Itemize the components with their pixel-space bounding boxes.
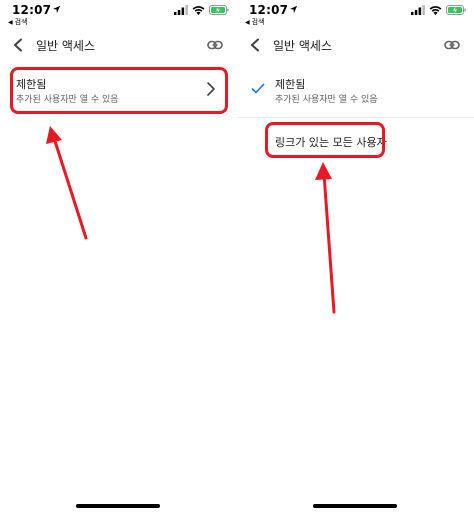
back-to-search-link[interactable]: ◀ 검색 <box>245 17 265 27</box>
right-screen: 12:07 ◀ 검색 일반 액세스 제한됨 추가된 사용자만 열 수 있음 링크… <box>237 0 474 513</box>
status-bar: 12:07 ◀ 검색 <box>0 0 237 28</box>
check-icon <box>251 83 265 94</box>
highlight-box-anyone <box>265 122 385 158</box>
status-icons <box>174 5 229 15</box>
annotation-arrow-right <box>315 162 336 314</box>
option-restricted-selected[interactable]: 제한됨 추가된 사용자만 열 수 있음 <box>237 68 474 116</box>
status-time: 12:07 <box>249 3 289 17</box>
signal-icon <box>174 5 188 15</box>
status-bar: 12:07 ◀ 검색 <box>237 0 474 28</box>
page-title: 일반 액세스 <box>36 39 96 53</box>
status-icons <box>411 5 466 15</box>
signal-icon <box>411 5 425 15</box>
screenshot-comparison: 12:07 ◀ 검색 일반 액세스 제한됨 추가된 사용자만 열 수 있음 12… <box>0 0 474 513</box>
divider <box>237 117 474 118</box>
back-to-search-label: 검색 <box>251 18 265 26</box>
left-screen: 12:07 ◀ 검색 일반 액세스 제한됨 추가된 사용자만 열 수 있음 <box>0 0 237 513</box>
back-to-search-label: 검색 <box>14 18 28 26</box>
home-indicator <box>313 504 397 508</box>
app-header: 일반 액세스 <box>237 30 474 60</box>
home-indicator <box>76 504 160 508</box>
location-arrow-icon <box>289 5 298 14</box>
battery-charging-icon <box>446 5 466 15</box>
highlight-box-restricted <box>10 67 228 114</box>
page-title: 일반 액세스 <box>273 39 333 53</box>
link-icon[interactable] <box>207 39 223 51</box>
back-to-search-link[interactable]: ◀ 검색 <box>8 17 28 27</box>
annotation-arrow-left <box>46 126 88 240</box>
option-restricted-title: 제한됨 <box>275 78 306 91</box>
back-triangle-icon: ◀ <box>8 18 13 26</box>
link-icon[interactable] <box>444 39 460 51</box>
wifi-icon <box>429 6 442 15</box>
wifi-icon <box>192 6 205 15</box>
chevron-left-icon[interactable] <box>249 38 261 52</box>
battery-charging-icon <box>209 5 229 15</box>
chevron-left-icon[interactable] <box>12 38 24 52</box>
location-arrow-icon <box>52 5 61 14</box>
back-triangle-icon: ◀ <box>245 18 250 26</box>
option-restricted-subtitle: 추가된 사용자만 열 수 있음 <box>275 95 378 105</box>
app-header: 일반 액세스 <box>0 30 237 60</box>
status-time: 12:07 <box>12 3 52 17</box>
